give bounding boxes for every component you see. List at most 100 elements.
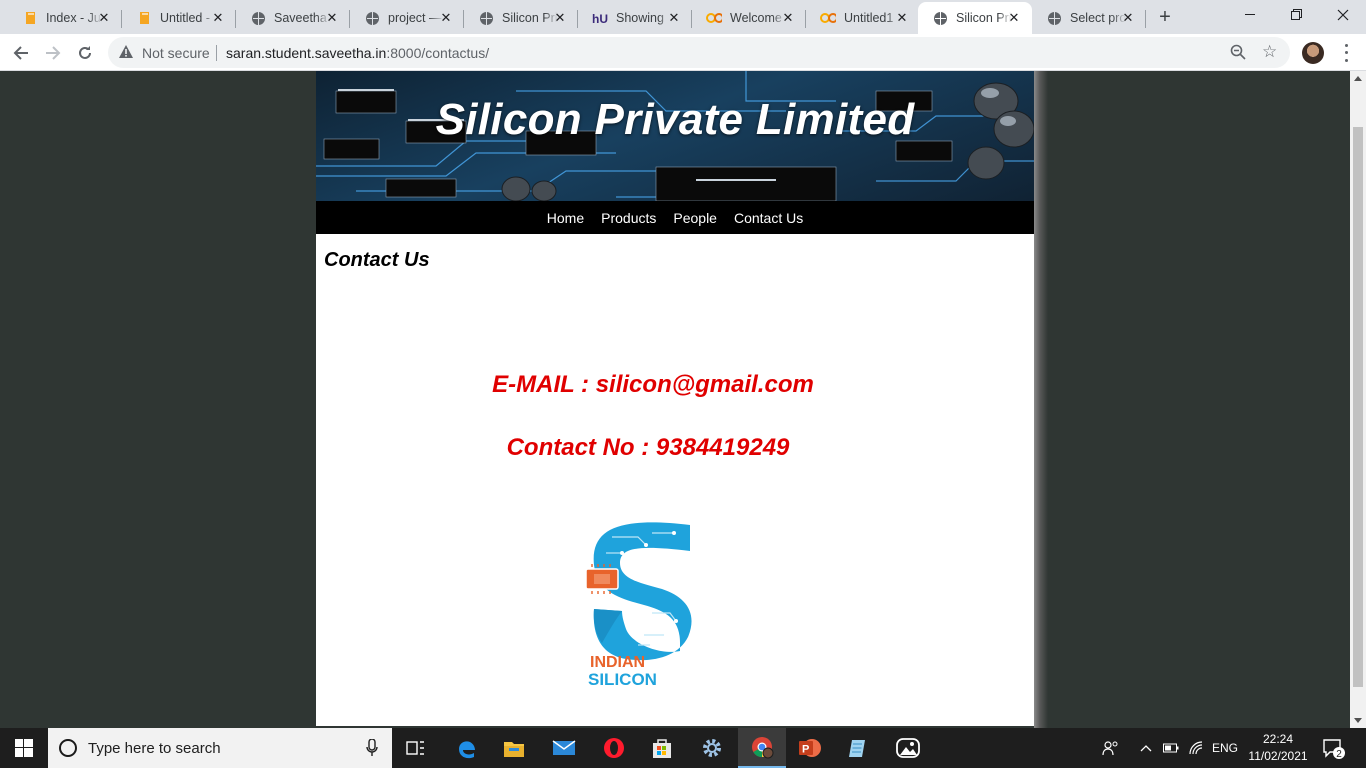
battery-icon[interactable] [1163, 728, 1179, 768]
photos-icon[interactable] [884, 728, 932, 768]
tab-title: project — [388, 11, 442, 25]
security-label[interactable]: Not secure [142, 45, 210, 61]
settings-gear-icon[interactable] [688, 728, 736, 768]
page-shadow [1034, 71, 1048, 728]
header-banner: Silicon Private Limited [316, 71, 1034, 201]
system-clock[interactable]: 22:24 11/02/2021 [1248, 731, 1308, 765]
nav-products-link[interactable]: Products [601, 210, 656, 226]
svg-text:P: P [802, 744, 809, 756]
tab-title: Showing [616, 11, 664, 25]
globe-icon [1046, 10, 1062, 26]
opera-icon[interactable] [590, 728, 638, 768]
logo-text-silicon: SILICON [588, 670, 657, 689]
forward-button[interactable] [40, 40, 66, 66]
start-button[interactable] [0, 728, 48, 768]
globe-icon [932, 10, 948, 26]
tab-title: Saveetha [274, 11, 327, 25]
close-tab-icon[interactable]: ✕ [666, 10, 682, 26]
colab-icon [706, 10, 722, 26]
email-line: E-MAIL : silicon@gmail.com [492, 371, 814, 398]
task-view-icon[interactable] [392, 728, 440, 768]
close-tab-icon[interactable]: ✕ [96, 10, 112, 26]
mail-icon[interactable] [540, 728, 588, 768]
jupyter-book-icon [136, 10, 152, 26]
tab-silicon-active[interactable]: Silicon Private Limited ✕ [918, 2, 1032, 34]
close-tab-icon[interactable]: ✕ [438, 10, 454, 26]
reload-button[interactable] [72, 40, 98, 66]
chrome-menu-icon[interactable] [1336, 42, 1356, 64]
profile-avatar[interactable] [1302, 42, 1324, 64]
tab-untitled1[interactable]: Untitled1 ✕ [806, 2, 920, 34]
page-content: Contact Us [316, 249, 1034, 272]
notification-center-icon[interactable]: 2 [1322, 738, 1346, 765]
new-tab-button[interactable]: + [1154, 6, 1176, 28]
chrome-icon[interactable] [738, 728, 786, 768]
scroll-down-arrow-icon[interactable] [1354, 718, 1362, 723]
tab-saveetha[interactable]: Saveetha ✕ [236, 2, 350, 34]
url-text[interactable]: saran.student.saveetha.in:8000/contactus… [226, 45, 489, 61]
taskbar-search-box[interactable]: Type here to search [48, 728, 392, 768]
zoom-icon[interactable] [1230, 44, 1246, 65]
close-tab-icon[interactable]: ✕ [324, 10, 340, 26]
scrollbar-thumb[interactable] [1353, 127, 1363, 687]
colab-icon [820, 10, 836, 26]
microphone-icon[interactable] [366, 738, 378, 762]
close-tab-icon[interactable]: ✕ [894, 10, 910, 26]
windows-logo-icon [15, 739, 33, 757]
jupyter-book-icon [22, 10, 38, 26]
tab-showing[interactable]: hU Showing ✕ [578, 2, 692, 34]
nav-home-link[interactable]: Home [547, 210, 584, 226]
nav-people-link[interactable]: People [673, 210, 717, 226]
minimize-button[interactable] [1228, 0, 1274, 30]
tab-title: Silicon Private Limited [956, 11, 1012, 25]
back-button[interactable] [8, 40, 34, 66]
file-explorer-icon[interactable] [490, 728, 538, 768]
store-icon[interactable] [638, 728, 686, 768]
restore-button[interactable] [1274, 0, 1320, 30]
wifi-icon[interactable] [1189, 728, 1205, 768]
logo-text-indian: INDIAN [590, 654, 645, 671]
clock-date: 11/02/2021 [1248, 749, 1308, 763]
close-tab-icon[interactable]: ✕ [780, 10, 796, 26]
close-tab-icon[interactable]: ✕ [552, 10, 568, 26]
tab-title: Untitled - Jupyter [160, 11, 216, 25]
tab-project[interactable]: project — ✕ [350, 2, 464, 34]
close-tab-icon[interactable]: ✕ [1006, 10, 1022, 26]
tab-untitled[interactable]: Untitled - Jupyter ✕ [122, 2, 236, 34]
warning-icon[interactable] [118, 44, 134, 64]
scroll-up-arrow-icon[interactable] [1354, 76, 1362, 81]
people-icon[interactable] [1102, 728, 1120, 768]
globe-icon [478, 10, 494, 26]
close-tab-icon[interactable]: ✕ [1120, 10, 1136, 26]
page-viewport: Silicon Private Limited Home Products Pe… [0, 71, 1350, 728]
language-indicator[interactable]: ENG [1212, 728, 1238, 768]
tab-index[interactable]: Index - Jupyter ✕ [8, 2, 122, 34]
url-host: saran.student.saveetha.in [226, 45, 387, 61]
notification-count: 2 [1336, 749, 1342, 760]
nav-contact-link[interactable]: Contact Us [734, 210, 803, 226]
bookmark-star-icon[interactable]: ☆ [1262, 42, 1277, 62]
tab-title: Welcome [730, 11, 782, 25]
vertical-scrollbar[interactable] [1350, 71, 1366, 728]
address-bar[interactable]: Not secure saran.student.saveetha.in:800… [108, 37, 1290, 68]
edge-icon[interactable] [442, 728, 490, 768]
powerpoint-icon[interactable]: P [786, 728, 834, 768]
tab-title: Select project [1070, 11, 1126, 25]
reload-icon [79, 46, 91, 59]
close-tab-icon[interactable]: ✕ [210, 10, 226, 26]
omnibox-divider [216, 45, 217, 61]
browser-toolbar: Not secure saran.student.saveetha.in:800… [0, 34, 1366, 71]
notepad-icon[interactable] [834, 728, 882, 768]
tab-title: Index - Jupyter [46, 11, 102, 25]
search-placeholder: Type here to search [88, 739, 221, 757]
close-window-button[interactable] [1320, 0, 1366, 30]
phone-line: Contact No : 9384419249 [506, 434, 790, 461]
tab-silicon[interactable]: Silicon Private Limited ✕ [464, 2, 578, 34]
clock-time: 22:24 [1262, 732, 1294, 746]
page-heading: Contact Us [324, 249, 430, 271]
site-nav: Home Products People Contact Us [316, 201, 1034, 234]
tab-welcome[interactable]: Welcome ✕ [692, 2, 806, 34]
globe-icon [250, 10, 266, 26]
tab-select-project[interactable]: Select project ✕ [1032, 2, 1146, 34]
chevron-up-icon[interactable] [1140, 728, 1152, 768]
